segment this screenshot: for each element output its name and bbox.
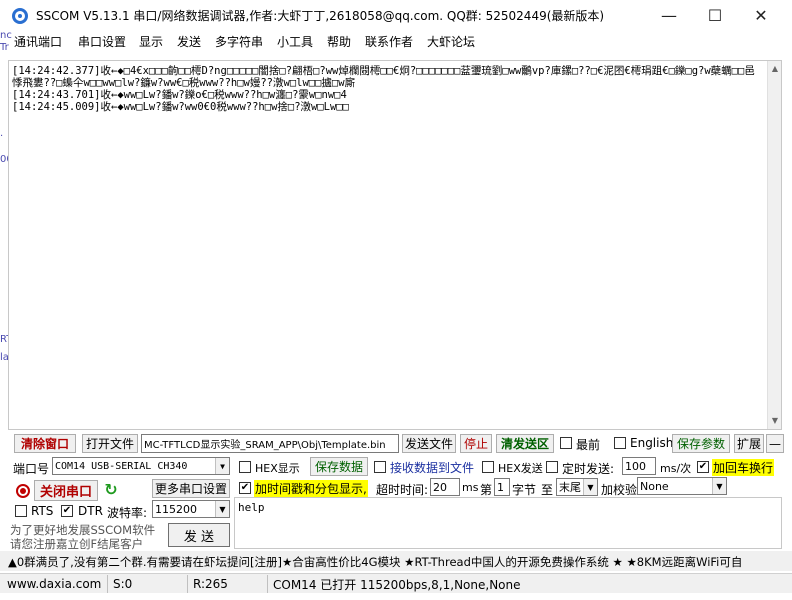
status-website[interactable]: www.daxia.com [4,575,108,593]
menu-help[interactable]: 帮助 [327,33,351,50]
marquee-text[interactable]: ▲0群满员了,没有第二个群.有需要请在虾坛提问[注册]★合宙高性价比4G模块 ★… [8,554,742,570]
interval-unit: ms/次 [660,462,692,475]
menu-bar: 通讯端口 串口设置 显示 发送 多字符串 小工具 帮助 联系作者 大虾论坛 [0,30,792,50]
end-select[interactable]: 末尾 ▼ [556,478,598,496]
close-button[interactable]: ✕ [738,0,784,30]
status-bar: www.daxia.com S:0 R:265 COM14 已打开 115200… [0,573,792,593]
send-text: help [238,501,265,514]
status-sent-count: S:0 [110,575,188,593]
receive-scrollbar[interactable]: ▲ ▼ [767,61,781,429]
nth-input[interactable]: 1 [494,478,510,496]
chevron-down-icon: ▼ [583,479,597,495]
port-label: 端口号 [13,462,50,476]
timeout-label: 超时时间: [376,483,429,497]
port-value: COM14 USB-SERIAL CH340 [55,460,188,472]
menu-display[interactable]: 显示 [139,33,163,50]
last-checkbox[interactable] [560,437,572,449]
hex-send-label: HEX发送 [498,462,543,475]
timeout-unit: ms [462,481,479,494]
chevron-down-icon: ▼ [215,501,229,517]
menu-serial-settings[interactable]: 串口设置 [78,33,126,50]
port-select[interactable]: COM14 USB-SERIAL CH340 ▼ [52,457,230,475]
close-port-button[interactable]: 关闭串口 [34,480,98,501]
add-timestamp-label: 加时间戳和分包显示, [254,480,368,497]
edge-fragment: . [0,128,4,139]
english-checkbox[interactable] [614,437,626,449]
status-port: COM14 已打开 115200bps,8,1,None,None [273,577,521,592]
end-value: 末尾 [559,481,581,494]
hex-display-label: HEX显示 [255,462,300,475]
english-label: English [630,436,674,450]
app-icon [12,8,28,24]
record-icon [16,484,30,498]
title-bar: SSCOM V5.13.1 串口/网络数据调试器,作者:大虾丁丁,2618058… [0,0,792,30]
baud-value: 115200 [155,502,197,516]
baud-label: 波特率: [107,506,148,520]
edge-fragment: nc [0,30,12,41]
checksum-value: None [640,479,669,493]
checksum-select[interactable]: None ▼ [637,477,727,495]
save-params-button[interactable]: 保存参数 [672,434,730,453]
open-file-button[interactable]: 打开文件 [82,434,138,453]
add-crlf-label: 加回车换行 [712,459,775,476]
promo-line-2: 请您注册嘉立创F结尾客户 [10,537,144,551]
stop-button[interactable]: 停止 [460,434,492,453]
collapse-button[interactable]: — [766,434,784,453]
add-crlf-checkbox[interactable]: ✔ [697,461,709,473]
byte-label: 字节 [512,483,537,497]
more-settings-button[interactable]: 更多串口设置 [152,479,230,498]
dtr-checkbox[interactable]: ✔ [61,505,73,517]
send-button[interactable]: 发 送 [168,523,230,547]
expand-button[interactable]: 扩展 [734,434,764,453]
send-input[interactable]: help [234,497,782,549]
menu-contact-author[interactable]: 联系作者 [365,33,413,50]
marquee-bar: ▲0群满员了,没有第二个群.有需要请在虾坛提问[注册]★合宙高性价比4G模块 ★… [0,551,792,571]
add-timestamp-checkbox[interactable]: ✔ [239,482,251,494]
to-label: 至 [541,483,554,497]
timeout-input[interactable]: 20 [430,478,460,496]
hex-display-checkbox[interactable] [239,461,251,473]
recv-to-file-label: 接收数据到文件 [390,461,475,475]
nth-label: 第 [480,483,493,497]
maximize-button[interactable]: ☐ [692,0,738,30]
clear-window-button[interactable]: 清除窗口 [14,434,76,453]
baud-select[interactable]: 115200 ▼ [152,500,230,518]
checksum-label: 加校验 [601,483,638,497]
menu-send[interactable]: 发送 [177,33,201,50]
clear-send-button[interactable]: 清发送区 [496,434,554,453]
timed-send-checkbox[interactable] [546,461,558,473]
receive-area[interactable]: [14:24:42.377]收←◆□4€x□□□齣□□樗D?ng□□□□□闇捨□… [8,60,782,430]
chevron-down-icon: ▼ [712,478,726,494]
recv-to-file-checkbox[interactable] [374,461,386,473]
dtr-label: DTR [78,504,103,518]
hex-send-checkbox[interactable] [482,461,494,473]
timed-send-label: 定时发送: [562,462,615,476]
refresh-icon[interactable]: ↻ [102,481,120,499]
menu-tools[interactable]: 小工具 [277,33,313,50]
last-label: 最前 [576,438,601,452]
chevron-down-icon: ▼ [215,458,229,474]
status-received-count: R:265 [190,575,268,593]
receive-text: [14:24:42.377]收←◆□4€x□□□齣□□樗D?ng□□□□□闇捨□… [12,65,755,113]
menu-comm-port[interactable]: 通讯端口 [14,33,62,50]
file-path-input[interactable]: MC-TFTLCD显示实验_SRAM_APP\Obj\Template.bin [141,434,399,453]
menu-multi-string[interactable]: 多字符串 [215,33,263,50]
interval-input[interactable]: 100 [622,457,656,475]
save-data-button[interactable]: 保存数据 [310,457,368,476]
send-file-button[interactable]: 发送文件 [402,434,456,453]
window-title: SSCOM V5.13.1 串口/网络数据调试器,作者:大虾丁丁,2618058… [36,9,605,23]
rts-label: RTS [31,504,54,518]
minimize-button[interactable]: — [646,0,692,30]
menu-forum[interactable]: 大虾论坛 [427,33,475,50]
rts-checkbox[interactable] [15,505,27,517]
scroll-up-icon[interactable]: ▲ [770,64,780,74]
edge-fragment: Tr [0,42,9,53]
scroll-down-icon[interactable]: ▼ [770,416,780,426]
